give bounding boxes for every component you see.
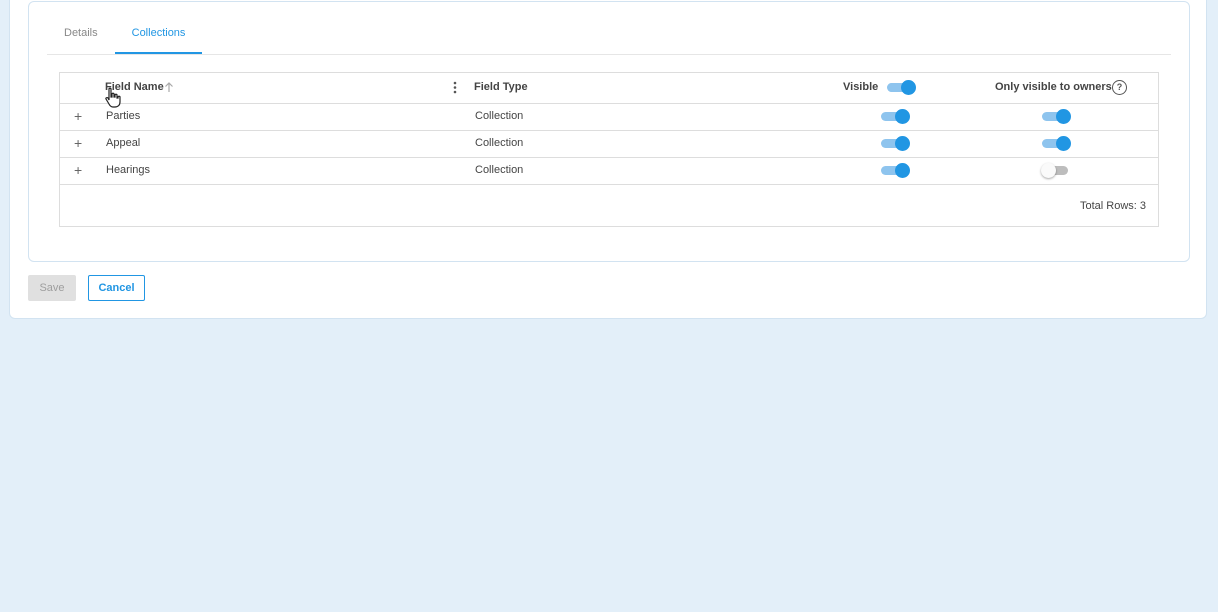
kebab-menu-icon[interactable] <box>453 81 457 94</box>
table-row: + Appeal Collection <box>60 130 1158 158</box>
row-visible-toggle[interactable] <box>880 162 910 178</box>
table-row: + Parties Collection <box>60 103 1158 131</box>
main-card: Details Collections Field Name Field Typ… <box>9 0 1207 319</box>
row-owners-only-toggle[interactable] <box>1041 108 1071 124</box>
column-header-visible[interactable]: Visible <box>843 81 878 93</box>
row-owners-only-toggle[interactable] <box>1041 162 1071 178</box>
tab-collections[interactable]: Collections <box>114 18 203 54</box>
collections-panel: Details Collections Field Name Field Typ… <box>28 1 1190 262</box>
row-field-type: Collection <box>475 164 524 176</box>
row-owners-only-toggle[interactable] <box>1041 135 1071 151</box>
row-field-name: Parties <box>106 110 141 122</box>
question-circle-icon[interactable]: ? <box>1112 80 1127 95</box>
expand-row-button[interactable]: + <box>74 108 82 124</box>
expand-row-button[interactable]: + <box>74 135 82 151</box>
row-field-type: Collection <box>475 110 524 122</box>
save-button[interactable]: Save <box>28 275 76 301</box>
row-visible-toggle[interactable] <box>880 108 910 124</box>
expand-row-button[interactable]: + <box>74 162 82 178</box>
collections-grid: Field Name Field Type Visible Only visib… <box>59 72 1159 227</box>
visible-all-toggle[interactable] <box>886 79 916 95</box>
row-field-name: Appeal <box>106 137 141 149</box>
total-rows-label: Total Rows: 3 <box>1079 200 1146 212</box>
column-header-field-type[interactable]: Field Type <box>474 81 528 93</box>
grid-header: Field Name Field Type Visible Only visib… <box>60 73 1158 108</box>
row-field-type: Collection <box>475 137 524 149</box>
tab-details[interactable]: Details <box>47 18 115 52</box>
tab-bar: Details Collections <box>47 18 1171 55</box>
row-visible-toggle[interactable] <box>880 135 910 151</box>
cancel-button[interactable]: Cancel <box>88 275 145 301</box>
arrow-up-icon[interactable] <box>164 82 174 93</box>
column-header-only-visible-to-owners[interactable]: Only visible to owners <box>995 81 1112 93</box>
row-field-name: Hearings <box>106 164 151 176</box>
table-row: + Hearings Collection <box>60 157 1158 185</box>
